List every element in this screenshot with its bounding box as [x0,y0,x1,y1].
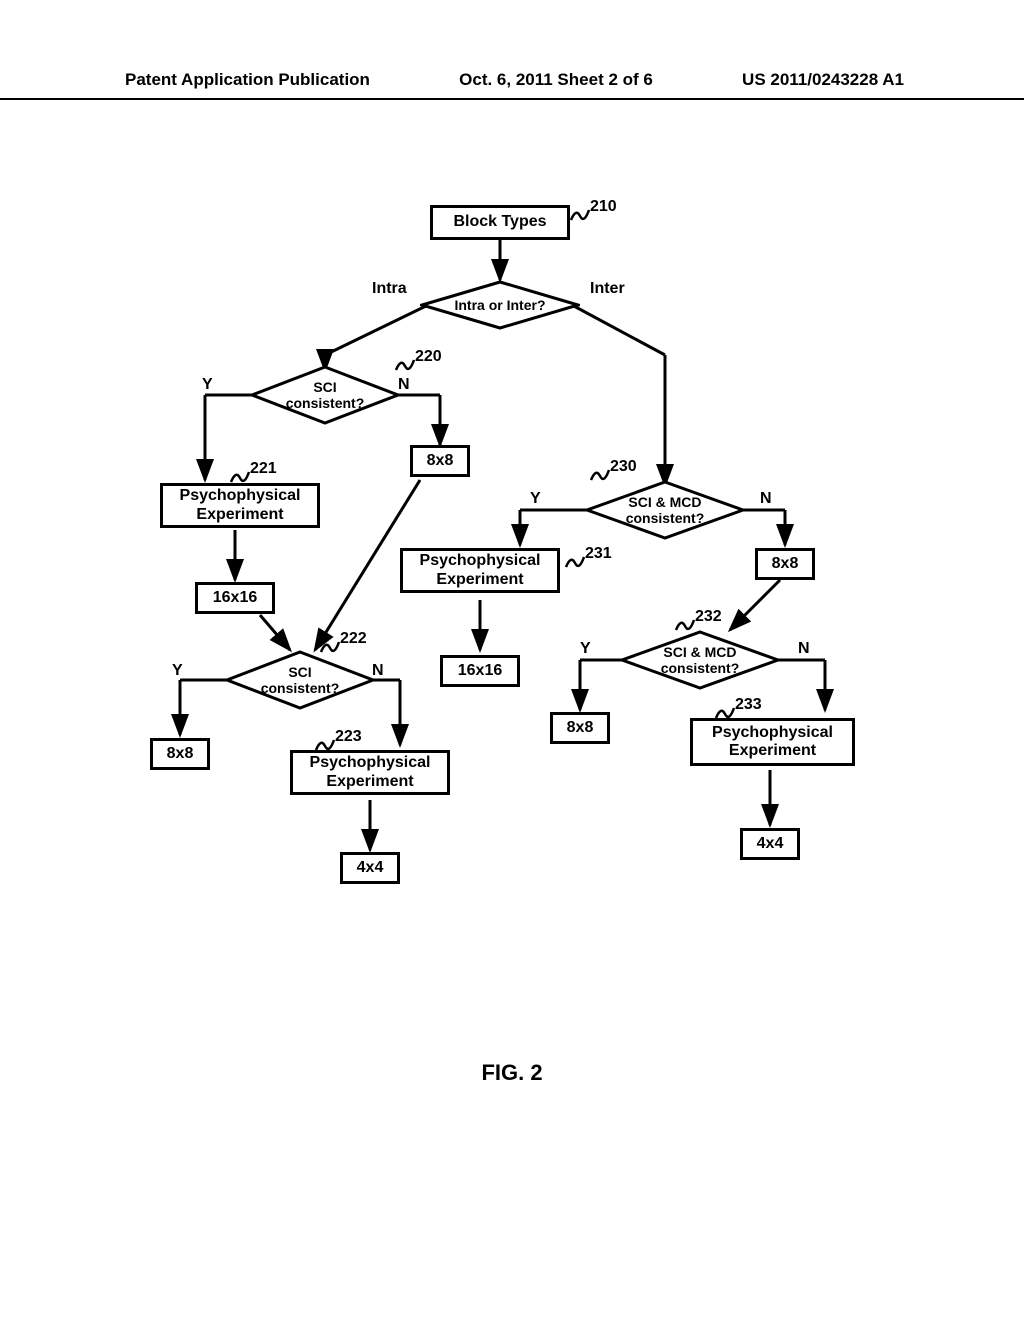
edge-y-230: Y [530,490,541,508]
leader-231 [565,555,585,569]
decision-sci-mcd-230: SCI & MCD consistent? [585,480,745,540]
label-8x8-d: 8x8 [567,719,594,737]
label-sci-220: SCI consistent? [286,379,365,411]
label-psy-221: Psychophysical Experiment [180,487,301,524]
edge-n-232: N [798,640,810,658]
header-right: US 2011/0243228 A1 [742,70,904,90]
label-8x8-c: 8x8 [772,555,799,573]
ref-232: 232 [695,608,722,626]
ref-231: 231 [585,545,612,563]
node-8x8-d: 8x8 [550,712,610,744]
node-16x16-left: 16x16 [195,582,275,614]
ref-221: 221 [250,460,277,478]
ref-233: 233 [735,696,762,714]
edge-n-230: N [760,490,772,508]
label-psy-231: Psychophysical Experiment [420,552,541,589]
label-intra-inter: Intra or Inter? [454,297,545,313]
edge-n-220: N [398,376,410,394]
flowchart: Block Types 210 Intra or Inter? Intra In… [140,200,900,1020]
label-sci-222: SCI consistent? [261,664,340,696]
node-16x16-right: 16x16 [440,655,520,687]
label-8x8-a: 8x8 [427,452,454,470]
node-8x8-b: 8x8 [150,738,210,770]
ref-223: 223 [335,728,362,746]
ref-230: 230 [610,458,637,476]
header-middle: Oct. 6, 2011 Sheet 2 of 6 [459,70,653,90]
label-4x4-right: 4x4 [757,835,784,853]
node-psy-221: Psychophysical Experiment [160,483,320,528]
edge-n-222: N [372,662,384,680]
edge-y-222: Y [172,662,183,680]
label-sci-mcd-230: SCI & MCD consistent? [626,494,705,526]
decision-sci-mcd-232: SCI & MCD consistent? [620,630,780,690]
edge-y-220: Y [202,376,213,394]
node-psy-233: Psychophysical Experiment [690,718,855,766]
edge-inter: Inter [590,280,625,298]
node-4x4-left: 4x4 [340,852,400,884]
label-4x4-left: 4x4 [357,859,384,877]
node-4x4-right: 4x4 [740,828,800,860]
leader-220 [395,358,415,372]
figure-caption: FIG. 2 [0,1060,1024,1086]
label-psy-223: Psychophysical Experiment [310,754,431,791]
node-block-types: Block Types [430,205,570,240]
header-left: Patent Application Publication [125,70,370,90]
label-psy-233: Psychophysical Experiment [712,724,833,761]
ref-210: 210 [590,198,617,216]
decision-sci-220: SCI consistent? [250,365,400,425]
leader-223 [315,738,335,752]
leader-233 [715,706,735,720]
node-8x8-a: 8x8 [410,445,470,477]
edge-y-232: Y [580,640,591,658]
label-block-types: Block Types [453,213,546,231]
node-psy-223: Psychophysical Experiment [290,750,450,795]
leader-210 [570,208,590,222]
label-16x16-right: 16x16 [458,662,503,680]
label-16x16-left: 16x16 [213,589,258,607]
leader-232 [675,618,695,632]
node-8x8-c: 8x8 [755,548,815,580]
decision-sci-222: SCI consistent? [225,650,375,710]
node-psy-231: Psychophysical Experiment [400,548,560,593]
decision-intra-inter: Intra or Inter? [420,280,580,330]
leader-221 [230,470,250,484]
ref-220: 220 [415,348,442,366]
edge-intra: Intra [372,280,407,298]
ref-222: 222 [340,630,367,648]
leader-230 [590,468,610,482]
leader-222 [320,640,340,654]
label-sci-mcd-232: SCI & MCD consistent? [661,644,740,676]
label-8x8-b: 8x8 [167,745,194,763]
